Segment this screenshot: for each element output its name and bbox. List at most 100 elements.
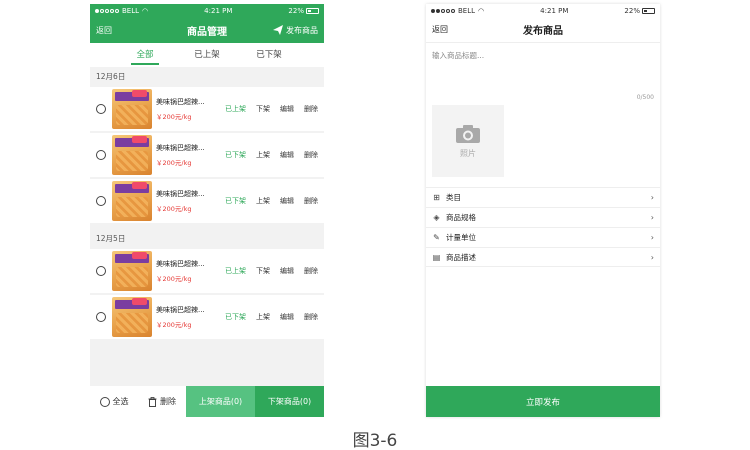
battery-percent: 22% bbox=[624, 6, 640, 15]
carrier-label: BELL bbox=[122, 6, 140, 15]
select-radio[interactable] bbox=[96, 104, 106, 114]
product-name: 美味锅巴超辣... bbox=[156, 260, 205, 268]
product-price: ￥200元/kg bbox=[156, 275, 192, 283]
list-item: 美味锅巴超辣... ￥200元/kg 已下架 上架 编辑 删除 bbox=[90, 179, 324, 223]
chevron-right-icon: › bbox=[650, 252, 654, 262]
tab-unlisted[interactable]: 已下架 bbox=[238, 43, 300, 67]
list-item: 美味锅巴超辣... ￥200元/kg 已下架 上架 编辑 删除 bbox=[90, 133, 324, 177]
menu-item-label: 商品规格 bbox=[446, 213, 476, 222]
menu-item-spec[interactable]: ◈ 商品规格 › bbox=[426, 207, 660, 227]
chevron-right-icon: › bbox=[650, 193, 654, 202]
delete-button[interactable]: 删除 bbox=[304, 150, 318, 160]
toggle-listing-button[interactable]: 下架 bbox=[256, 104, 270, 114]
edit-button[interactable]: 编辑 bbox=[280, 196, 294, 206]
publish-now-button[interactable]: 立即发布 bbox=[426, 386, 660, 417]
toggle-listing-button[interactable]: 上架 bbox=[256, 312, 270, 322]
delete-button[interactable]: 删除 bbox=[304, 266, 318, 276]
product-title-input[interactable]: 输入商品标题... 0/500 bbox=[426, 43, 660, 103]
toggle-listing-button[interactable]: 下架 bbox=[256, 266, 270, 276]
delete-button[interactable]: 删除 bbox=[304, 104, 318, 114]
select-radio[interactable] bbox=[96, 312, 106, 322]
publish-product-screen: BELL ◠ 4:21 PM 22% 返回 发布商品 输入商品标题... 0/5… bbox=[426, 4, 660, 417]
signal-icon bbox=[95, 8, 119, 13]
unlist-products-button[interactable]: 下架商品(0) bbox=[255, 386, 324, 417]
listing-status: 已下架 bbox=[225, 151, 246, 159]
product-thumbnail bbox=[112, 89, 152, 129]
select-radio[interactable] bbox=[96, 266, 106, 276]
char-counter: 0/500 bbox=[636, 94, 654, 101]
carrier-label: BELL bbox=[458, 6, 476, 15]
list-item: 美味锅巴超辣... ￥200元/kg 已上架 下架 编辑 删除 bbox=[90, 87, 324, 131]
product-name: 美味锅巴超辣... bbox=[156, 144, 205, 152]
trash-icon bbox=[148, 396, 157, 407]
menu-item-label: 计量单位 bbox=[446, 233, 476, 242]
status-bar: BELL ◠ 4:21 PM 22% bbox=[90, 4, 324, 17]
product-thumbnail bbox=[112, 135, 152, 175]
listing-status: 已下架 bbox=[225, 197, 246, 205]
layers-icon: ◈ bbox=[433, 213, 440, 222]
product-thumbnail bbox=[112, 181, 152, 221]
chevron-right-icon: › bbox=[650, 213, 654, 222]
title-placeholder: 输入商品标题... bbox=[432, 51, 485, 60]
menu-item-category[interactable]: ⊞ 类目 › bbox=[426, 187, 660, 207]
signal-icon bbox=[431, 8, 455, 13]
select-all-radio bbox=[99, 396, 110, 407]
product-name: 美味锅巴超辣... bbox=[156, 98, 205, 106]
listing-status: 已下架 bbox=[225, 313, 246, 321]
battery-percent: 22% bbox=[288, 6, 304, 15]
edit-button[interactable]: 编辑 bbox=[280, 104, 294, 114]
nav-bar: 返回 发布商品 bbox=[426, 17, 660, 43]
list-products-button[interactable]: 上架商品(0) bbox=[186, 386, 255, 417]
menu-item-label: 类目 bbox=[446, 193, 461, 202]
product-thumbnail bbox=[112, 297, 152, 337]
delete-button[interactable]: 删除 bbox=[304, 312, 318, 322]
photo-label: 照片 bbox=[460, 148, 476, 158]
back-button[interactable]: 返回 bbox=[432, 24, 448, 35]
product-price: ￥200元/kg bbox=[156, 205, 192, 213]
tab-listed[interactable]: 已上架 bbox=[176, 43, 238, 67]
select-radio[interactable] bbox=[96, 196, 106, 206]
battery-icon bbox=[305, 7, 319, 14]
edit-button[interactable]: 编辑 bbox=[280, 312, 294, 322]
toggle-listing-button[interactable]: 上架 bbox=[256, 150, 270, 160]
select-all-button[interactable]: 全选 bbox=[90, 386, 138, 417]
toggle-listing-button[interactable]: 上架 bbox=[256, 196, 270, 206]
plane-icon bbox=[273, 25, 283, 35]
edit-button[interactable]: 编辑 bbox=[280, 266, 294, 276]
attribute-menu: ⊞ 类目 › ◈ 商品规格 › ✎ 计量单位 › ▤ 商品描述 › bbox=[426, 187, 660, 267]
menu-item-label: 商品描述 bbox=[446, 252, 476, 262]
list-item: 美味锅巴超辣... ￥200元/kg 已下架 上架 编辑 删除 bbox=[90, 295, 324, 339]
bulk-delete-button[interactable]: 删除 bbox=[138, 386, 186, 417]
page-title: 发布商品 bbox=[523, 26, 563, 37]
battery-icon bbox=[641, 7, 655, 14]
back-button[interactable]: 返回 bbox=[96, 25, 112, 36]
listing-status: 已上架 bbox=[225, 267, 246, 275]
product-management-screen: BELL ◠ 4:21 PM 22% 返回 商品管理 发布商品 全部 已上架 已… bbox=[90, 4, 324, 417]
camera-icon bbox=[456, 124, 480, 143]
product-price: ￥200元/kg bbox=[156, 321, 192, 329]
product-price: ￥200元/kg bbox=[156, 159, 192, 167]
publish-product-button[interactable]: 发布商品 bbox=[273, 25, 318, 36]
delete-button[interactable]: 删除 bbox=[304, 196, 318, 206]
tab-all[interactable]: 全部 bbox=[114, 43, 176, 67]
wifi-icon: ◠ bbox=[142, 6, 149, 15]
product-name: 美味锅巴超辣... bbox=[156, 190, 205, 198]
menu-item-unit[interactable]: ✎ 计量单位 › bbox=[426, 227, 660, 247]
product-price: ￥200元/kg bbox=[156, 113, 192, 121]
chevron-right-icon: › bbox=[650, 233, 654, 242]
listing-status: 已上架 bbox=[225, 105, 246, 113]
pencil-icon: ✎ bbox=[433, 233, 440, 242]
clock: 4:21 PM bbox=[540, 6, 569, 15]
filter-tabs: 全部 已上架 已下架 bbox=[90, 43, 324, 67]
edit-button[interactable]: 编辑 bbox=[280, 150, 294, 160]
menu-item-description[interactable]: ▤ 商品描述 › bbox=[426, 247, 660, 267]
select-radio[interactable] bbox=[96, 150, 106, 160]
product-thumbnail bbox=[112, 251, 152, 291]
figure-caption: 图3-6 bbox=[352, 431, 398, 450]
add-photo-button[interactable]: 照片 bbox=[432, 105, 504, 177]
bulk-delete-label: 删除 bbox=[160, 397, 176, 406]
wifi-icon: ◠ bbox=[478, 6, 485, 15]
date-header: 12月6日 bbox=[96, 72, 126, 81]
select-all-label: 全选 bbox=[112, 397, 129, 406]
grid-icon: ⊞ bbox=[433, 193, 440, 202]
